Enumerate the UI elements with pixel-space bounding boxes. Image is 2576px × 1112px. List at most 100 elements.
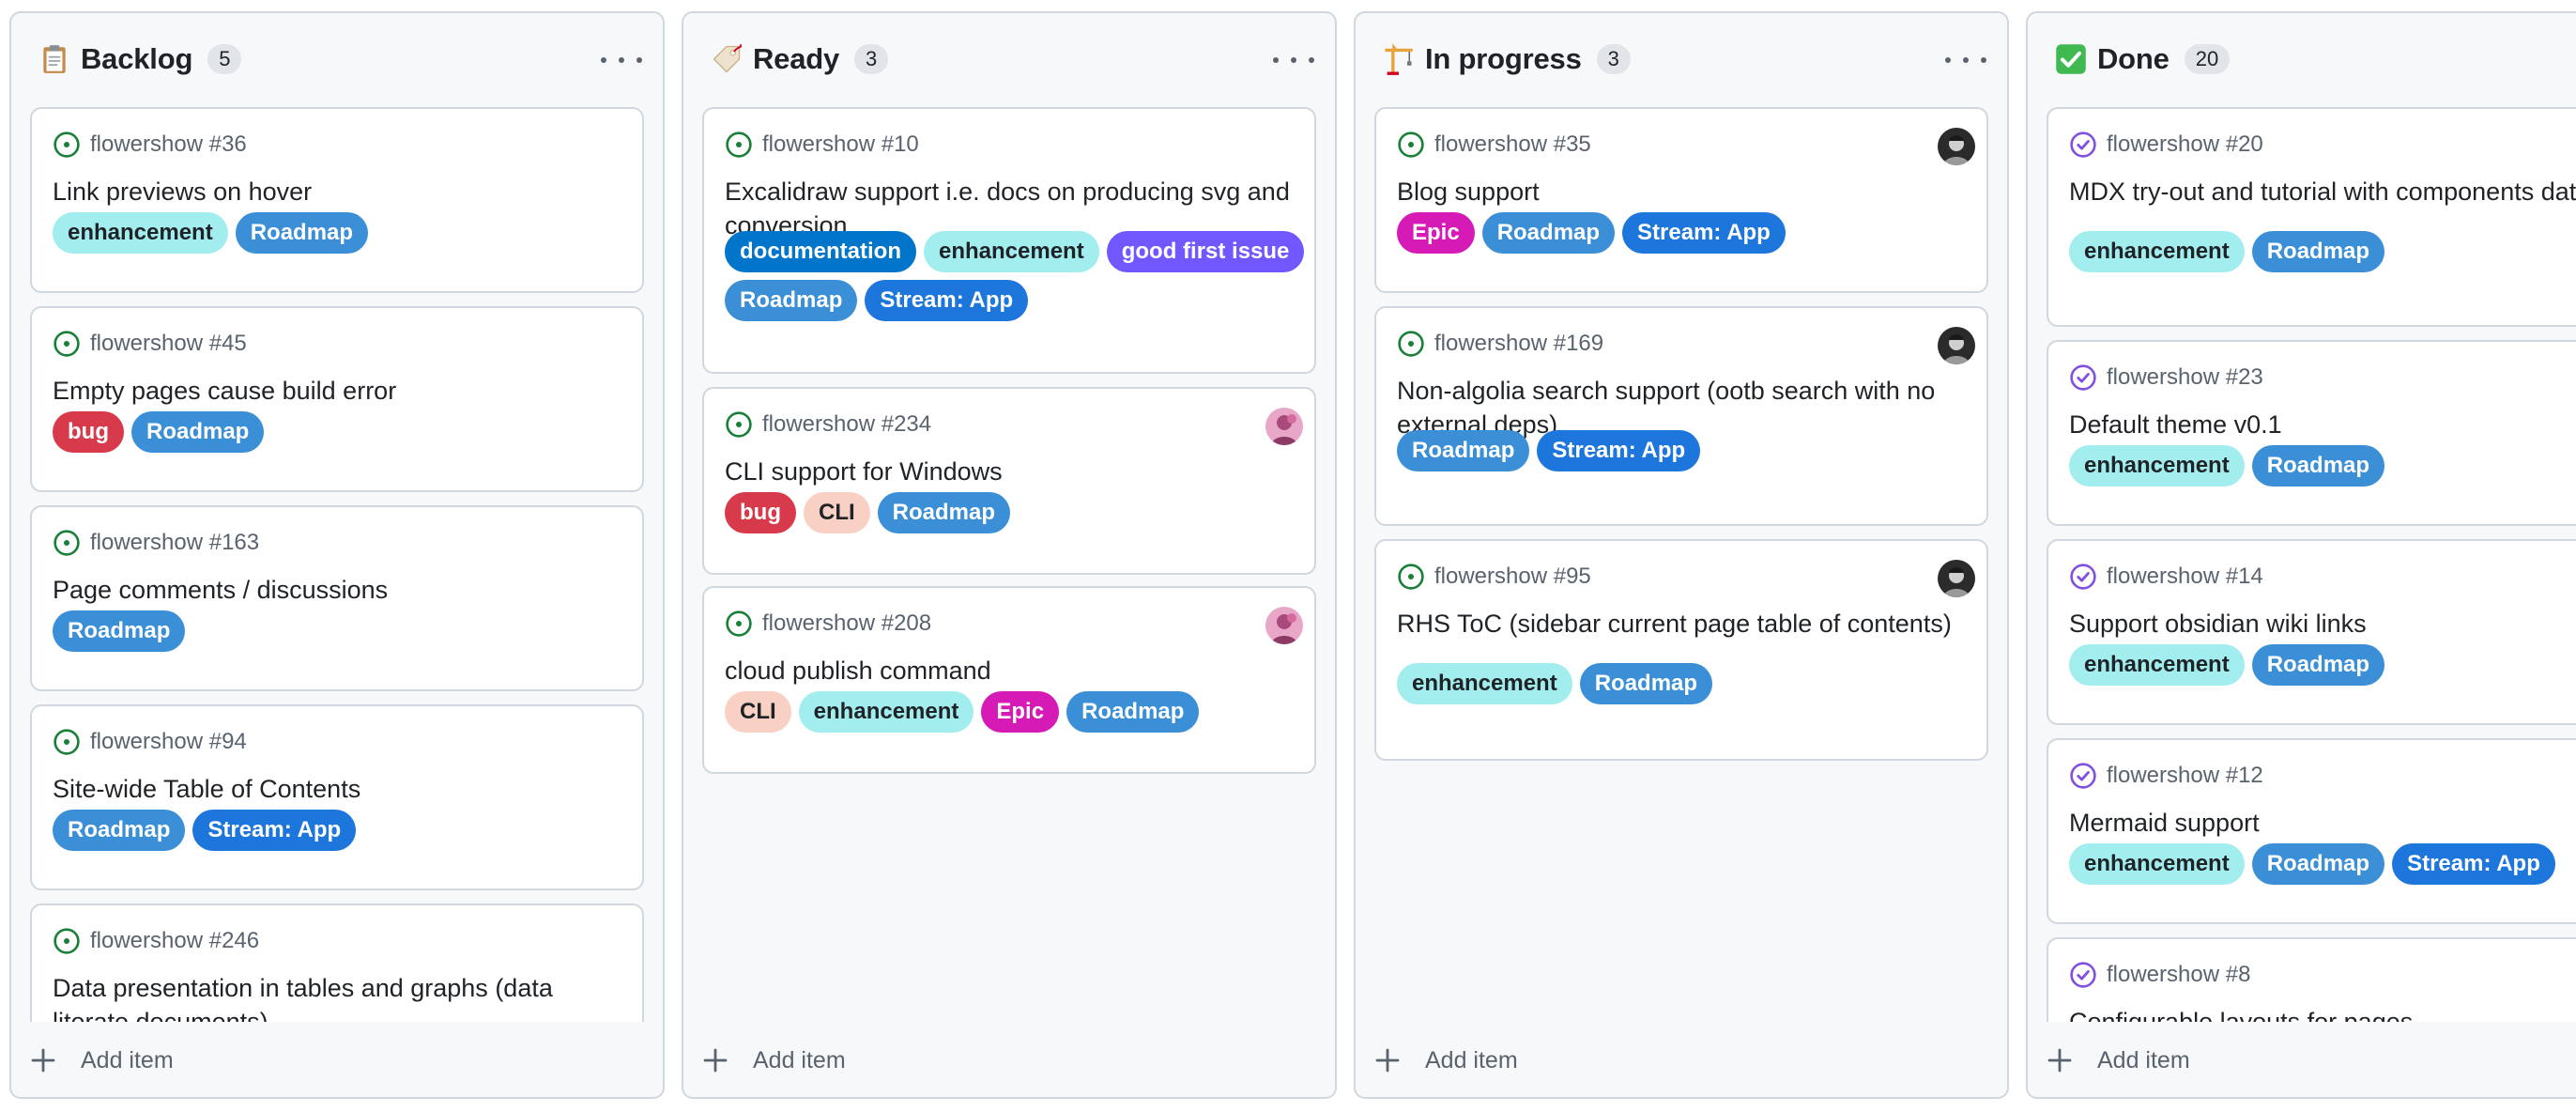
issue-card[interactable]: flowershow #14 Support obsidian wiki link… — [2047, 539, 2576, 725]
card-list: flowershow #36 Link previews on hover enha… — [30, 107, 644, 1022]
issue-card[interactable]: flowershow #163 Page comments / discussio… — [30, 505, 644, 691]
label-enhancement[interactable]: enhancement — [924, 231, 1099, 272]
label-enhancement[interactable]: enhancement — [2069, 644, 2245, 686]
label-cli[interactable]: CLI — [803, 492, 870, 533]
label-stream-app[interactable]: Stream: App — [865, 280, 1029, 321]
issue-reference[interactable]: flowershow #35 — [1434, 131, 1591, 158]
label-enhancement[interactable]: enhancement — [798, 691, 974, 733]
column-menu-button[interactable] — [1273, 49, 1314, 71]
add-item-button[interactable]: Add item — [2028, 1024, 2576, 1097]
label-stream-app[interactable]: Stream: App — [1622, 212, 1786, 254]
issue-title[interactable]: Mermaid support — [2069, 806, 2576, 840]
label-enhancement[interactable]: enhancement — [2069, 231, 2245, 272]
issue-reference[interactable]: flowershow #246 — [90, 928, 259, 954]
issue-reference[interactable]: flowershow #10 — [762, 131, 919, 158]
issue-card[interactable]: flowershow #246 Data presentation in tabl… — [30, 904, 644, 1022]
label-roadmap[interactable]: Roadmap — [130, 411, 265, 453]
issue-reference[interactable]: flowershow #94 — [90, 729, 247, 755]
label-bug[interactable]: bug — [725, 492, 796, 533]
label-roadmap[interactable]: Roadmap — [2251, 843, 2385, 885]
issue-card[interactable]: flowershow #10 Excalidraw support i.e. do… — [702, 107, 1316, 374]
issue-card[interactable]: flowershow #20 MDX try-out and tutorial w… — [2047, 107, 2576, 327]
issue-title[interactable]: Support obsidian wiki links — [2069, 607, 2576, 641]
issue-reference[interactable]: flowershow #95 — [1434, 564, 1591, 590]
label-roadmap[interactable]: Roadmap — [2251, 231, 2385, 272]
label-roadmap[interactable]: Roadmap — [2251, 644, 2385, 686]
assignee-avatar[interactable] — [1938, 560, 1975, 597]
issue-reference[interactable]: flowershow #20 — [2107, 131, 2263, 158]
label-enhancement[interactable]: enhancement — [53, 212, 228, 254]
label-roadmap[interactable]: Roadmap — [1397, 430, 1530, 471]
issue-reference[interactable]: flowershow #14 — [2107, 564, 2263, 590]
label-roadmap[interactable]: Roadmap — [877, 492, 1011, 533]
issue-card[interactable]: flowershow #23 Default theme v0.1 enhancem… — [2047, 340, 2576, 526]
issue-title[interactable]: Configurable layouts for pages — [2069, 1005, 2576, 1022]
issue-card[interactable]: flowershow #169 Non-algolia search suppor… — [1374, 306, 1988, 526]
add-item-button[interactable]: Add item — [11, 1024, 663, 1097]
label-cli[interactable]: CLI — [725, 691, 791, 733]
issue-reference[interactable]: flowershow #23 — [2107, 364, 2263, 391]
issue-card[interactable]: flowershow #45 Empty pages cause build er… — [30, 306, 644, 492]
issue-title[interactable]: RHS ToC (sidebar current page table of c… — [1397, 607, 1966, 641]
issue-reference[interactable]: flowershow #163 — [90, 530, 259, 556]
issue-reference[interactable]: flowershow #45 — [90, 331, 247, 357]
column-menu-button[interactable] — [1945, 49, 1986, 71]
issue-reference[interactable]: flowershow #169 — [1434, 331, 1603, 357]
issue-title[interactable]: Site-wide Table of Contents — [53, 772, 621, 806]
kebab-dot — [1963, 57, 1969, 63]
label-stream-app[interactable]: Stream: App — [192, 810, 357, 851]
issue-title[interactable]: Blog support — [1397, 175, 1966, 208]
issue-card[interactable]: flowershow #35 Blog support Epic Roadmap Str… — [1374, 107, 1988, 293]
assignee-avatar[interactable] — [1265, 408, 1303, 445]
issue-card[interactable]: flowershow #94 Site-wide Table of Content… — [30, 704, 644, 890]
issue-reference[interactable]: flowershow #36 — [90, 131, 247, 158]
issue-reference[interactable]: flowershow #12 — [2107, 763, 2263, 789]
add-item-button[interactable]: Add item — [1356, 1024, 2007, 1097]
issue-title[interactable]: Page comments / discussions — [53, 573, 621, 607]
issue-card[interactable]: flowershow #8 Configurable layouts for pa… — [2047, 937, 2576, 1022]
label-stream-app[interactable]: Stream: App — [2392, 843, 2555, 885]
label-roadmap[interactable]: Roadmap — [1066, 691, 1200, 733]
issue-card[interactable]: flowershow #234 CLI support for Windows bu… — [702, 387, 1316, 575]
label-roadmap[interactable]: Roadmap — [53, 810, 186, 851]
label-epic[interactable]: Epic — [1397, 212, 1475, 254]
issue-title[interactable]: MDX try-out and tutorial with components… — [2069, 175, 2576, 208]
label-roadmap[interactable]: Roadmap — [53, 610, 186, 652]
label-good-first-issue[interactable]: good first issue — [1106, 231, 1305, 272]
label-documentation[interactable]: documentation — [725, 231, 916, 272]
assignee-avatar[interactable] — [1938, 128, 1975, 165]
issue-card[interactable]: flowershow #12 Mermaid support enhancement… — [2047, 738, 2576, 924]
add-item-button[interactable]: Add item — [683, 1024, 1335, 1097]
label-enhancement[interactable]: enhancement — [2069, 445, 2245, 486]
column-title: Backlog — [81, 42, 193, 75]
issue-title[interactable]: cloud publish command — [725, 654, 1294, 687]
label-bug[interactable]: bug — [53, 411, 124, 453]
label-enhancement[interactable]: enhancement — [2069, 843, 2245, 885]
label-roadmap[interactable]: Roadmap — [1481, 212, 1616, 254]
label-stream-app[interactable]: Stream: App — [1537, 430, 1701, 471]
label-roadmap[interactable]: Roadmap — [1579, 663, 1713, 704]
issue-title[interactable]: Empty pages cause build error — [53, 374, 621, 408]
issue-title[interactable]: Data presentation in tables and graphs (… — [53, 971, 621, 1022]
issue-reference[interactable]: flowershow #208 — [762, 610, 931, 637]
assignee-avatar[interactable] — [1938, 327, 1975, 364]
label-roadmap[interactable]: Roadmap — [235, 212, 369, 254]
label-roadmap[interactable]: Roadmap — [2251, 445, 2385, 486]
issue-card[interactable]: flowershow #208 cloud publish command CLI e… — [702, 586, 1316, 774]
issue-title[interactable]: Default theme v0.1 — [2069, 408, 2576, 441]
issue-reference[interactable]: flowershow #234 — [762, 411, 931, 438]
issue-reference[interactable]: flowershow #8 — [2107, 962, 2250, 988]
label-epic[interactable]: Epic — [981, 691, 1060, 733]
label-list: bug CLI Roadmap — [725, 492, 1305, 533]
issue-card[interactable]: flowershow #36 Link previews on hover enha… — [30, 107, 644, 293]
issue-card[interactable]: flowershow #95 RHS ToC (sidebar current p… — [1374, 539, 1988, 761]
label-list: Epic Roadmap Stream: App — [1397, 212, 1977, 254]
label-list: Roadmap Stream: App — [53, 810, 633, 851]
label-enhancement[interactable]: enhancement — [1397, 663, 1572, 704]
kebab-dot — [1273, 57, 1279, 63]
assignee-avatar[interactable] — [1265, 607, 1303, 644]
label-roadmap[interactable]: Roadmap — [725, 280, 858, 321]
issue-title[interactable]: Link previews on hover — [53, 175, 621, 208]
issue-title[interactable]: CLI support for Windows — [725, 455, 1294, 488]
column-menu-button[interactable] — [601, 49, 642, 71]
